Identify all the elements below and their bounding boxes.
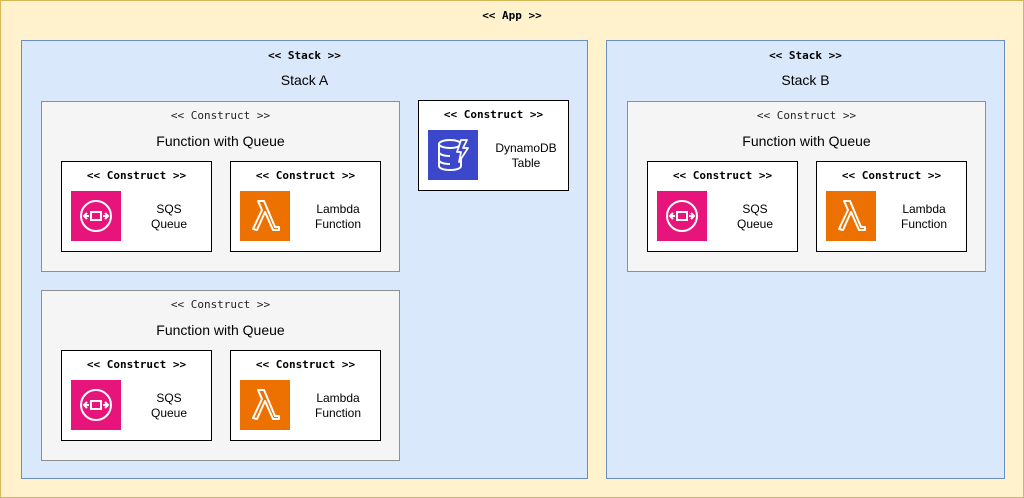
dynamodb-icon bbox=[428, 130, 478, 180]
service-label-line1: DynamoDB bbox=[495, 141, 557, 155]
service-label-line1: Lambda bbox=[902, 202, 946, 216]
service-label-line2: Queue bbox=[150, 406, 188, 420]
construct-stereotype: << Construct >> bbox=[86, 358, 187, 371]
sqs-icon bbox=[657, 191, 707, 241]
construct-dynamodb-table: << Construct >> DynamoDB Table bbox=[418, 100, 569, 191]
service-label-line1: SQS bbox=[742, 202, 768, 216]
service-label: SQS Queue bbox=[716, 202, 794, 232]
sqs-icon bbox=[71, 380, 121, 430]
construct-lambda-function: << Construct >> Lambda Function bbox=[230, 161, 381, 252]
construct-function-with-queue: << Construct >> Function with Queue << C… bbox=[41, 290, 400, 461]
construct-title: Function with Queue bbox=[156, 322, 285, 338]
construct-stereotype: << Construct >> bbox=[756, 109, 857, 122]
sqs-icon bbox=[71, 191, 121, 241]
service-label-line2: Queue bbox=[736, 217, 774, 231]
stack-stereotype: << Stack >> bbox=[268, 49, 341, 62]
service-label: SQS Queue bbox=[130, 391, 208, 421]
service-label-line1: Lambda bbox=[316, 202, 360, 216]
construct-stereotype: << Construct >> bbox=[443, 108, 544, 121]
service-label-line2: Function bbox=[314, 217, 362, 231]
lambda-icon bbox=[240, 191, 290, 241]
service-label: Lambda Function bbox=[299, 202, 377, 232]
lambda-icon bbox=[826, 191, 876, 241]
construct-stereotype: << Construct >> bbox=[672, 169, 773, 182]
construct-stereotype: << Construct >> bbox=[170, 298, 271, 311]
stack-title: Stack A bbox=[280, 72, 329, 88]
stack-b: << Stack >> Stack B << Construct >> Func… bbox=[606, 40, 1005, 479]
construct-function-with-queue: << Construct >> Function with Queue << C… bbox=[627, 101, 986, 272]
service-label-line1: SQS bbox=[156, 202, 182, 216]
construct-stereotype: << Construct >> bbox=[255, 358, 356, 371]
service-label-line1: SQS bbox=[156, 391, 182, 405]
app-container: << App >> << Stack >> Stack A << Constru… bbox=[0, 0, 1024, 498]
construct-stereotype: << Construct >> bbox=[841, 169, 942, 182]
stack-a: << Stack >> Stack A << Construct >> Func… bbox=[21, 40, 588, 479]
construct-sqs-queue: << Construct >> SQS Queue bbox=[61, 161, 212, 252]
construct-stereotype: << Construct >> bbox=[86, 169, 187, 182]
construct-stereotype: << Construct >> bbox=[255, 169, 356, 182]
lambda-icon-graphic bbox=[240, 191, 290, 241]
construct-function-with-queue: << Construct >> Function with Queue << C… bbox=[41, 101, 400, 272]
service-label-line2: Function bbox=[900, 217, 948, 231]
service-label-line2: Function bbox=[314, 406, 362, 420]
sqs-icon-graphic bbox=[657, 191, 707, 241]
stack-title: Stack B bbox=[781, 72, 830, 88]
construct-lambda-function: << Construct >> Lambda Function bbox=[816, 161, 967, 252]
construct-lambda-function: << Construct >> Lambda Function bbox=[230, 350, 381, 441]
construct-sqs-queue: << Construct >> SQS Queue bbox=[61, 350, 212, 441]
service-label: SQS Queue bbox=[130, 202, 208, 232]
dynamodb-icon-graphic bbox=[428, 130, 478, 180]
sqs-icon-graphic bbox=[71, 191, 121, 241]
app-stereotype: << App >> bbox=[482, 9, 542, 22]
service-label: Lambda Function bbox=[885, 202, 963, 232]
lambda-icon-graphic bbox=[826, 191, 876, 241]
stack-stereotype: << Stack >> bbox=[769, 49, 842, 62]
lambda-icon-graphic bbox=[240, 380, 290, 430]
service-label: DynamoDB Table bbox=[487, 141, 565, 171]
construct-stereotype: << Construct >> bbox=[170, 109, 271, 122]
construct-title: Function with Queue bbox=[156, 133, 285, 149]
service-label-line2: Table bbox=[511, 156, 541, 170]
service-label: Lambda Function bbox=[299, 391, 377, 421]
service-label-line2: Queue bbox=[150, 217, 188, 231]
construct-sqs-queue: << Construct >> SQS Queue bbox=[647, 161, 798, 252]
lambda-icon bbox=[240, 380, 290, 430]
sqs-icon-graphic bbox=[71, 380, 121, 430]
construct-title: Function with Queue bbox=[742, 133, 871, 149]
service-label-line1: Lambda bbox=[316, 391, 360, 405]
